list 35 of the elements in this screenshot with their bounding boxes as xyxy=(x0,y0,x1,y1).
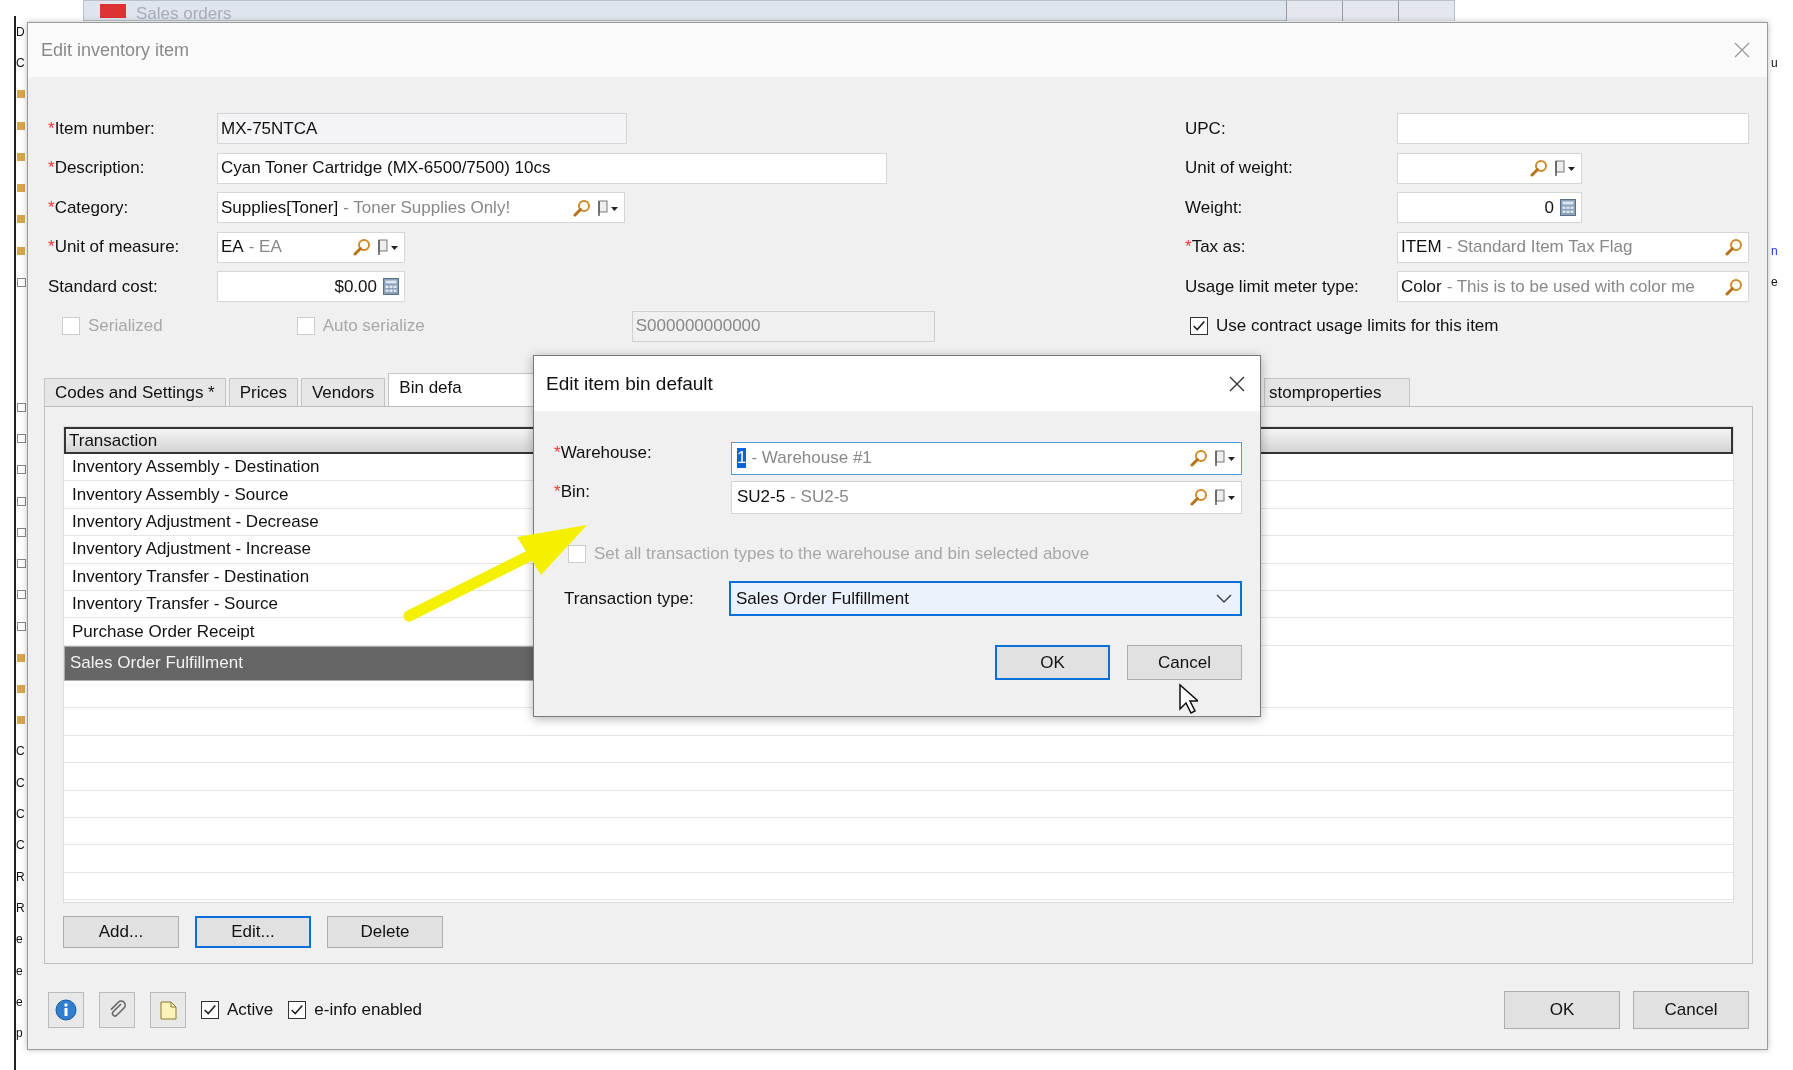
field-label: Usage limit meter type: xyxy=(1185,276,1360,297)
field-label: *Tax as: xyxy=(1185,237,1247,258)
background-text: C xyxy=(16,775,25,790)
background-text: C xyxy=(16,744,25,759)
field-label: *Description: xyxy=(48,158,146,179)
background-text: p xyxy=(16,1026,23,1041)
background-text: e xyxy=(16,963,23,978)
checkbox-label: e-info enabled xyxy=(314,1000,423,1020)
field-label: *Warehouse: xyxy=(554,442,653,463)
checkbox-label: Serialized xyxy=(88,316,163,337)
background-text: e xyxy=(1771,275,1778,289)
checkbox-label: Use contract usage limits for this item xyxy=(1216,316,1499,337)
field-label: *Category: xyxy=(48,197,130,218)
field-label: UPC: xyxy=(1185,118,1227,139)
background-tab-title: Sales orders xyxy=(136,6,232,21)
field-label: *Unit of measure: xyxy=(48,237,181,258)
checkbox-label: Set all transaction types to the warehouse and bin selected above xyxy=(594,544,1090,564)
field-label: Unit of weight: xyxy=(1185,158,1294,179)
background-text: C xyxy=(16,807,25,822)
checkbox-label: Auto serialize xyxy=(322,316,425,337)
background-text: R xyxy=(16,869,25,884)
background-text: C xyxy=(16,838,25,853)
field-label: Standard cost: xyxy=(48,276,159,297)
background-text: C xyxy=(16,55,25,70)
field-label: Transaction type: xyxy=(563,588,695,609)
checkbox-label: Active xyxy=(227,1000,274,1020)
window-title: Edit inventory item xyxy=(41,39,190,61)
background-text: e xyxy=(16,932,23,947)
background-text: D xyxy=(16,24,25,39)
field-label: *Item number: xyxy=(48,118,156,139)
background-text: e xyxy=(16,994,23,1009)
background-text: R xyxy=(16,900,25,915)
background-text: u xyxy=(1771,55,1778,70)
field-label: *Bin: xyxy=(554,481,591,502)
field-label: Weight: xyxy=(1185,197,1244,218)
